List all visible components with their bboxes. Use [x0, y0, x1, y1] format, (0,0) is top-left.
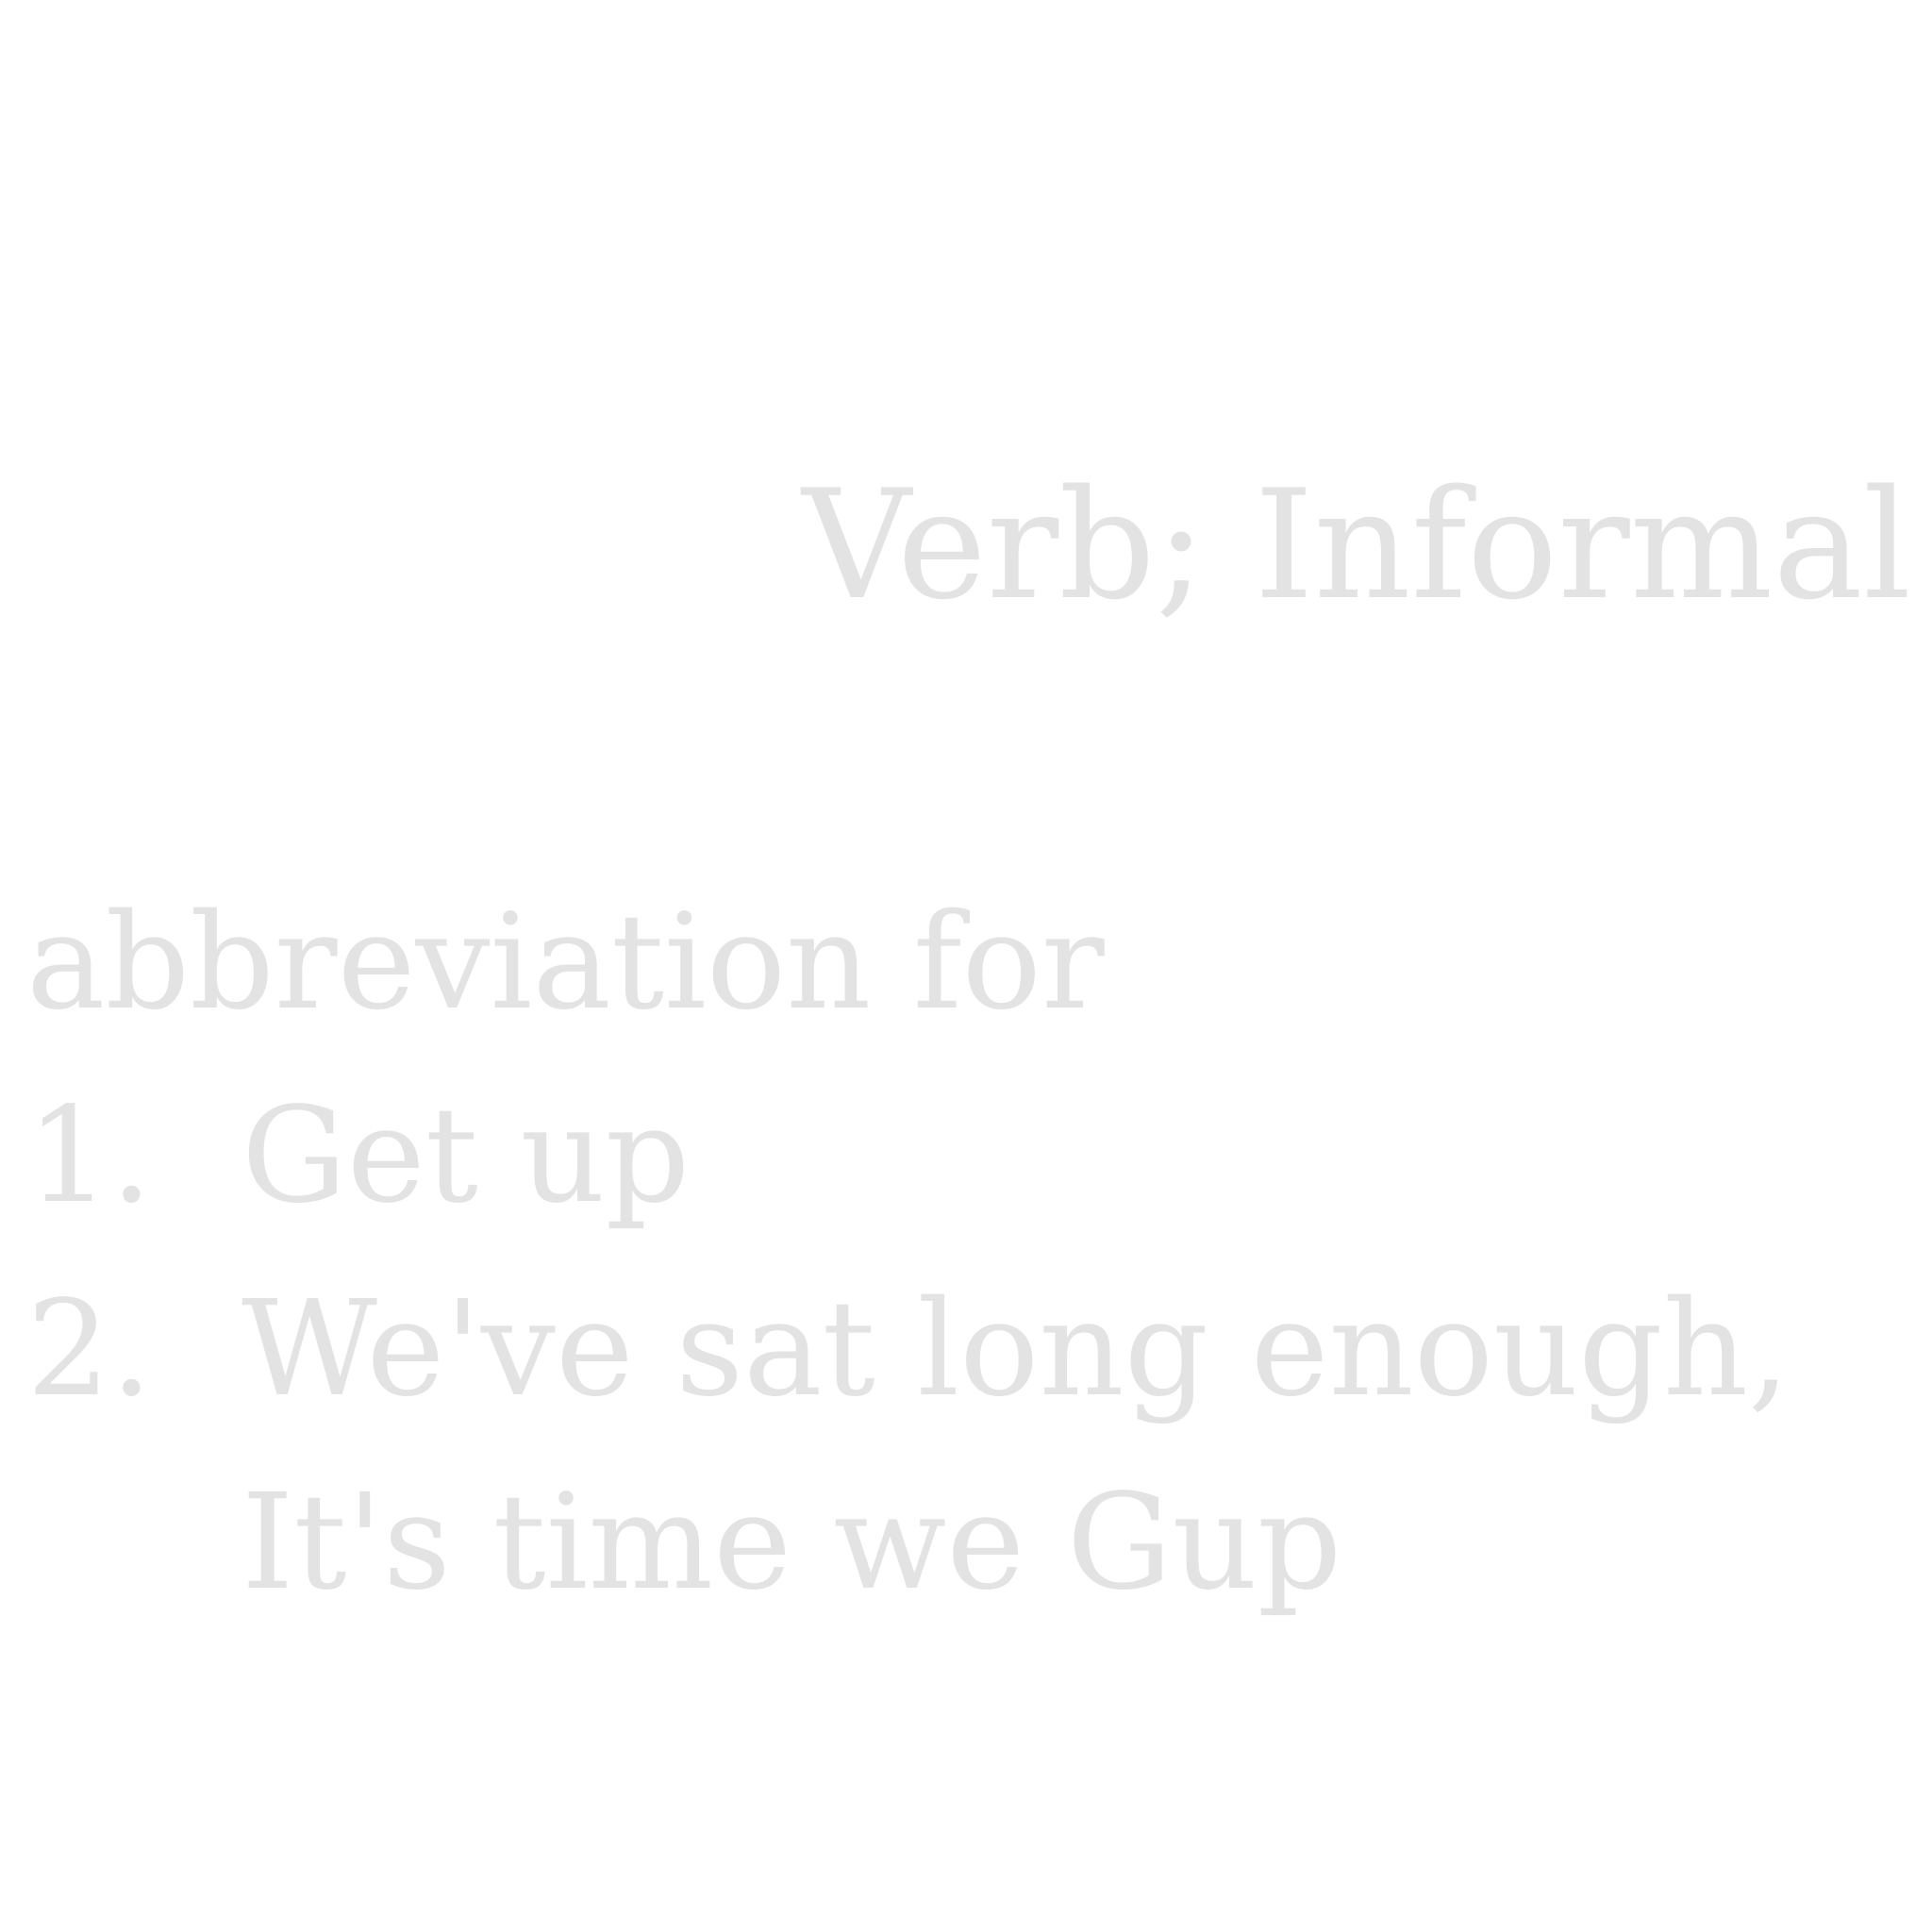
- sense-line: It's time we Gup: [242, 1466, 1342, 1620]
- sense-text: Get up: [242, 1059, 690, 1253]
- part-of-speech-label: Verb; Informal: [802, 457, 1911, 633]
- sense-number: 2.: [26, 1273, 153, 1426]
- sense-line: We've sat long enough,: [242, 1273, 1790, 1426]
- definition-block: abbreviation for 1. Get up 2. We've sat …: [26, 866, 1913, 1640]
- definition-intro: abbreviation for: [26, 886, 1105, 1040]
- sense-item: 2. We've sat long enough, It's time we G…: [26, 1253, 1913, 1640]
- sense-text: We've sat long enough, It's time we Gup: [242, 1253, 1790, 1640]
- sense-item: 1. Get up: [26, 1059, 1913, 1253]
- sense-number: 1.: [26, 1079, 153, 1233]
- sense-line: Get up: [242, 1079, 691, 1233]
